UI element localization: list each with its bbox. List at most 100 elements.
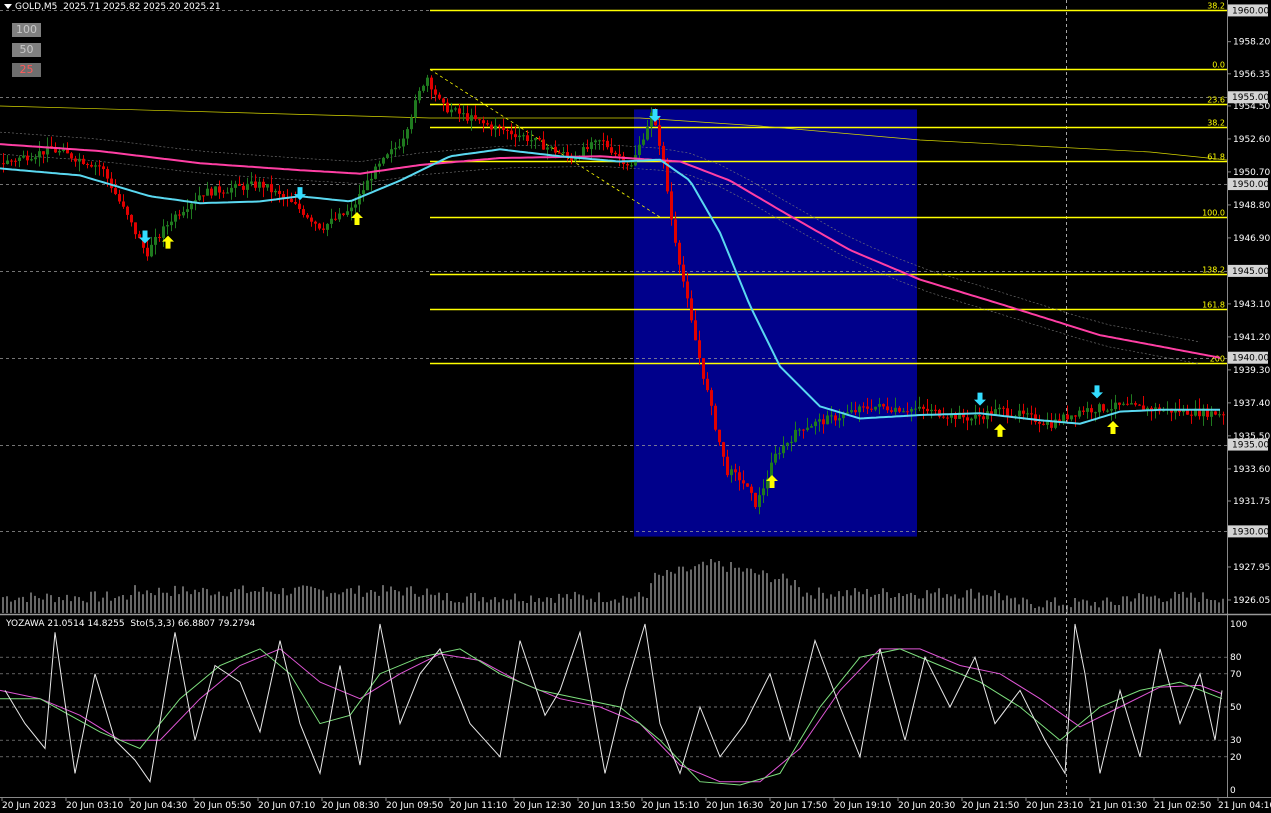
lot-50-button[interactable]: 50 xyxy=(12,43,41,57)
oscillator-level-label: 0 xyxy=(1230,786,1236,796)
fib-level-label: 61.8 xyxy=(1207,153,1225,162)
price-tick-label: 1958.20 xyxy=(1233,38,1270,48)
price-bar-body xyxy=(1026,413,1029,415)
price-bar-body xyxy=(698,340,701,359)
price-bar-body xyxy=(818,419,821,422)
price-bar-body xyxy=(978,414,981,417)
time-tick-label: 20 Jun 12:30 xyxy=(514,801,571,811)
price-bar-body xyxy=(966,417,969,421)
price-bar-body xyxy=(338,213,341,220)
price-bar-body xyxy=(38,151,41,158)
time-tick-label: 20 Jun 15:10 xyxy=(642,801,699,811)
price-bar-body xyxy=(162,226,165,238)
price-level-label: 1930.00 xyxy=(1232,527,1269,537)
price-bar-body xyxy=(134,222,137,235)
price-bar-body xyxy=(330,218,333,224)
price-chart[interactable]: 38.2 0.0 23.6 38.2 61.8 100.0 138.2 161.8 20 0 19… xyxy=(0,0,1271,813)
price-bar-body xyxy=(382,157,385,164)
price-bar-body xyxy=(370,178,373,181)
price-bar-body xyxy=(878,404,881,407)
price-level-label: 1935.00 xyxy=(1232,441,1269,451)
price-bar-body xyxy=(222,192,225,194)
price-bar-body xyxy=(850,410,853,413)
price-bar-body xyxy=(166,225,169,227)
oscillator-level-label: 20 xyxy=(1230,753,1242,763)
price-bar-body xyxy=(838,418,841,421)
price-bar-body xyxy=(454,108,457,110)
price-bar-body xyxy=(702,358,705,379)
price-bar-body xyxy=(506,129,509,131)
price-bar-body xyxy=(398,146,401,148)
price-bar-body xyxy=(1030,413,1033,415)
price-bar-body xyxy=(178,214,181,216)
price-level-label: 1960.00 xyxy=(1232,6,1269,16)
price-bar-body xyxy=(102,166,105,170)
price-bar-body xyxy=(866,406,869,409)
price-bar-body xyxy=(834,415,837,421)
price-bar-body xyxy=(254,181,257,188)
time-tick-label: 20 Jun 23:10 xyxy=(1026,801,1083,811)
price-bar-body xyxy=(238,183,241,186)
price-bar-body xyxy=(66,149,69,154)
price-bar-body xyxy=(738,472,741,481)
dropdown-triangle-icon[interactable] xyxy=(4,4,12,9)
symbol-label: GOLD,M5 xyxy=(15,2,58,12)
price-bar-body xyxy=(874,406,877,410)
price-bar-body xyxy=(1122,403,1125,405)
price-bar-body xyxy=(1214,411,1217,415)
price-bar-body xyxy=(590,142,593,149)
price-bar-body xyxy=(86,164,89,166)
price-bar-body xyxy=(78,158,81,162)
price-bar-body xyxy=(946,417,949,419)
price-bar-body xyxy=(1046,421,1049,425)
time-tick-label: 21 Jun 01:30 xyxy=(1090,801,1147,811)
price-bar-body xyxy=(1130,403,1133,405)
price-bar-body xyxy=(414,100,417,118)
price-bar-body xyxy=(814,421,817,427)
price-bar-body xyxy=(358,194,361,205)
price-bar-body xyxy=(18,157,21,162)
price-bar-body xyxy=(462,113,465,115)
price-bar-body xyxy=(1090,408,1093,413)
price-bar-body xyxy=(502,127,505,130)
price-bar-body xyxy=(762,488,765,496)
price-bar-body xyxy=(234,183,237,188)
price-bar-body xyxy=(714,405,717,430)
price-bar-body xyxy=(534,138,537,141)
price-bar-body xyxy=(822,419,825,425)
fib-level-label: 23.6 xyxy=(1207,96,1225,105)
price-bar-body xyxy=(562,152,565,154)
price-bar-body xyxy=(270,184,273,193)
price-bar-body xyxy=(42,151,45,155)
price-bar-body xyxy=(970,418,973,421)
price-bar-body xyxy=(494,125,497,130)
price-bar-body xyxy=(22,155,25,158)
time-tick-label: 20 Jun 17:50 xyxy=(770,801,827,811)
time-tick-label: 20 Jun 19:10 xyxy=(834,801,891,811)
price-bar-body xyxy=(746,483,749,487)
price-bar-body xyxy=(1222,414,1225,416)
price-bar-body xyxy=(174,214,177,222)
indicator-label: YOZAWA 21.0514 14.8255 xyxy=(6,619,125,629)
price-bar-body xyxy=(614,152,617,155)
price-bar-body xyxy=(334,218,337,220)
price-bar-body xyxy=(514,134,517,138)
price-bar-body xyxy=(106,169,109,179)
price-bar-body xyxy=(70,153,73,159)
lot-25-button[interactable]: 25 xyxy=(12,63,41,77)
lot-100-button[interactable]: 100 xyxy=(12,23,41,37)
price-bar-body xyxy=(478,119,481,121)
price-bar-body xyxy=(682,264,685,282)
chart-header: GOLD,M5 2025.71 2025.82 2025.20 2025.21 xyxy=(4,2,221,12)
price-bar-body xyxy=(1082,410,1085,412)
price-bar-body xyxy=(410,117,413,130)
price-bar-body xyxy=(426,77,429,86)
price-bar-body xyxy=(854,410,857,413)
price-tick-label: 1952.60 xyxy=(1233,135,1270,145)
price-bar-body xyxy=(406,129,409,139)
price-bar-body xyxy=(90,164,93,167)
price-bar-body xyxy=(154,236,157,245)
price-bar-body xyxy=(750,486,753,493)
price-bar-body xyxy=(1050,421,1053,428)
price-bar-body xyxy=(1006,408,1009,416)
